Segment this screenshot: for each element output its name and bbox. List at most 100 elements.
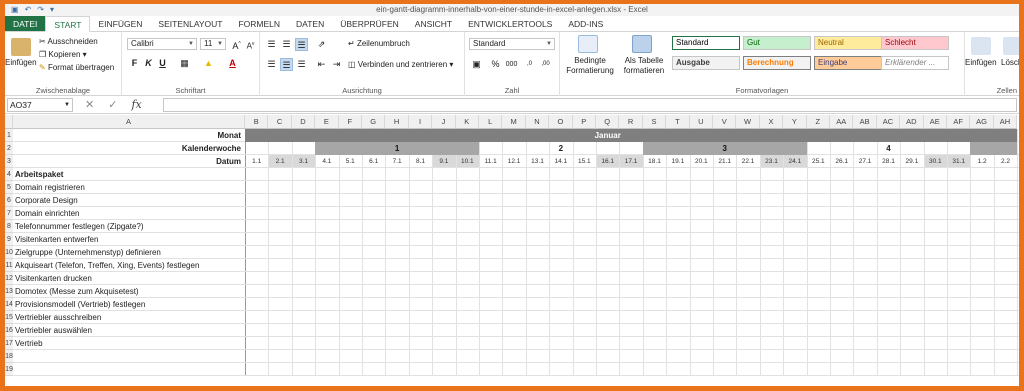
date-cell[interactable]: 30.1 [924,155,947,168]
row-header[interactable]: 1 [5,129,13,142]
date-cell[interactable]: 15.1 [573,155,596,168]
spreadsheet-grid[interactable]: A B C D E F G H I J K L M N O P Q R S T U V W X Y Z AA AB AC AD AE AF AG… [5,115,1019,386]
date-cell[interactable]: 2.2 [994,155,1017,168]
underline-icon[interactable]: U [156,57,169,70]
column-header[interactable]: F [338,115,362,129]
cell-style-6[interactable]: Eingabe [814,56,882,70]
column-header[interactable]: E [315,115,339,129]
paste-button[interactable]: Einfügen [5,58,37,67]
task-cell[interactable]: Zielgruppe (Unternehmenstyp) definieren [15,246,245,259]
column-header[interactable]: X [759,115,784,129]
column-header[interactable]: G [362,115,386,129]
shrink-font-icon[interactable]: Av [244,38,257,51]
column-header[interactable]: H [385,115,409,129]
tab-formulas[interactable]: FORMELN [230,16,288,31]
column-header[interactable]: C [268,115,292,129]
column-header[interactable]: AD [900,115,924,129]
align-bottom-icon[interactable]: ☰ [295,38,308,51]
row-header[interactable]: 15 [5,311,13,324]
insert-function-icon[interactable]: fx [131,98,141,111]
date-cell[interactable]: 6.1 [362,155,385,168]
column-header[interactable]: AB [853,115,877,129]
align-left-icon[interactable]: ☰ [265,58,278,71]
date-cell[interactable]: 3.1 [292,155,315,168]
week-bar[interactable]: 3 [642,142,807,155]
date-cell[interactable]: 21.1 [713,155,736,168]
cell-style-5[interactable]: Berechnung [743,56,811,70]
date-cell[interactable]: 22.1 [736,155,759,168]
tab-data[interactable]: DATEN [288,16,332,31]
copy-button[interactable]: ❐ Kopieren ▾ [39,50,87,59]
cell-style-3[interactable]: Schlecht [881,36,949,50]
task-cell[interactable]: Corporate Design [15,194,245,207]
task-cell[interactable]: Provisionsmodell (Vertrieb) festlegen [15,298,245,311]
task-cell[interactable]: Domain registrieren [15,181,245,194]
task-cell[interactable]: Telefonnummer festlegen (Zipgate?) [15,220,245,233]
paste-icon[interactable] [11,38,31,56]
row-header[interactable]: 9 [5,233,13,246]
row-header[interactable]: 17 [5,337,13,350]
date-cell[interactable]: 19.1 [666,155,689,168]
tab-page-layout[interactable]: SEITENLAYOUT [150,16,230,31]
row-header[interactable]: 2 [5,142,13,155]
row-header[interactable]: 6 [5,194,13,207]
row-header[interactable]: 10 [5,246,13,259]
column-header[interactable]: AH [993,115,1018,129]
border-icon[interactable]: ▦ [178,57,191,70]
align-top-icon[interactable]: ☰ [265,38,278,51]
merge-center-button[interactable]: ◫ Verbinden und zentrieren ▾ [348,60,453,69]
font-color-icon[interactable]: A [226,57,239,70]
increase-decimal-icon[interactable]: ,0 [523,58,536,71]
column-header[interactable]: Z [806,115,830,129]
decrease-indent-icon[interactable]: ⇤ [315,58,328,71]
week-bar-next[interactable] [970,142,1018,155]
format-painter-button[interactable]: ✎ Format übertragen [39,63,114,72]
date-cell[interactable]: 1.1 [245,155,268,168]
column-header[interactable]: N [525,115,550,129]
select-all-corner[interactable] [5,115,13,129]
column-header[interactable]: J [432,115,456,129]
column-header[interactable]: AA [830,115,854,129]
cancel-icon[interactable]: ✕ [85,98,94,111]
month-bar-next[interactable] [970,129,1018,142]
align-center-icon[interactable]: ☰ [280,58,293,71]
task-cell[interactable]: Visitenkarten entwerfen [15,233,245,246]
date-cell[interactable]: 23.1 [760,155,783,168]
cell-style-4[interactable]: Ausgabe [672,56,740,70]
label-week[interactable]: Kalenderwoche [13,142,241,155]
column-header[interactable]: Y [783,115,807,129]
currency-icon[interactable]: ▣ [470,58,483,71]
row-header[interactable]: 14 [5,298,13,311]
column-header[interactable]: B [245,115,269,129]
label-date[interactable]: Datum [13,155,241,168]
column-header[interactable]: D [291,115,316,129]
tab-developer[interactable]: ENTWICKLERTOOLS [460,16,560,31]
date-cell[interactable]: 16.1 [596,155,619,168]
date-cell[interactable]: 17.1 [619,155,642,168]
week-bar[interactable]: 2 [479,142,643,155]
tab-addins[interactable]: ADD-INS [560,16,611,31]
date-cell[interactable]: 20.1 [690,155,713,168]
row-header[interactable]: 19 [5,363,13,376]
date-cell[interactable]: 31.1 [947,155,970,168]
cell-style-1[interactable]: Gut [743,36,811,50]
task-cell[interactable]: Vertriebler ausschreiben [15,311,245,324]
increase-indent-icon[interactable]: ⇥ [330,58,343,71]
column-header[interactable]: L [479,115,503,129]
percent-icon[interactable]: % [489,58,502,71]
cell-style-7[interactable]: Erklärender ... [881,56,949,70]
date-cell[interactable]: 12.1 [502,155,525,168]
column-header[interactable]: A [13,115,245,129]
date-cell[interactable]: 7.1 [385,155,408,168]
date-cell[interactable]: 1.2 [970,155,993,168]
date-cell[interactable]: 11.1 [479,155,502,168]
column-header[interactable]: M [502,115,526,129]
confirm-icon[interactable]: ✓ [108,98,117,111]
column-header[interactable]: W [736,115,760,129]
column-header[interactable]: AG [970,115,994,129]
format-as-table-button[interactable]: Als Tabelle formatieren [618,56,670,76]
date-cell[interactable]: 13.1 [526,155,549,168]
formula-input[interactable] [163,98,1017,112]
week-bar[interactable]: 4 [807,142,971,155]
date-cell[interactable]: 10.1 [456,155,479,168]
